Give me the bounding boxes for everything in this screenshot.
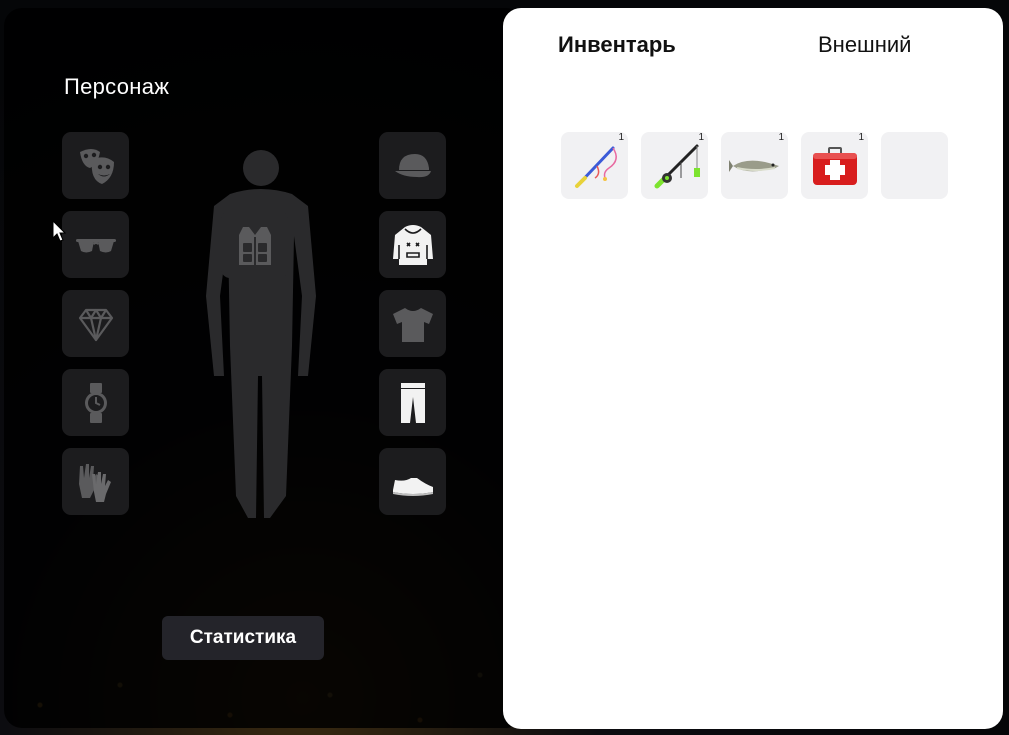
inventory-item-fish[interactable]: 1 <box>721 132 788 199</box>
glasses-icon <box>75 238 116 252</box>
hoodie-icon <box>392 224 433 265</box>
character-panel: Персонаж Статистика <box>4 8 524 728</box>
first-aid-kit-icon <box>812 146 857 185</box>
slot-vest[interactable] <box>221 211 288 278</box>
slot-shoes[interactable] <box>379 448 446 515</box>
slot-mask[interactable] <box>62 132 129 199</box>
slot-hat[interactable] <box>379 132 446 199</box>
watch-icon <box>84 382 107 423</box>
diamond-icon <box>78 308 113 341</box>
cap-icon <box>394 153 431 177</box>
character-title: Персонаж <box>64 74 170 99</box>
slot-pants[interactable] <box>379 369 446 436</box>
inventory-item-first-aid-kit[interactable]: 1 <box>801 132 868 199</box>
item-quantity: 1 <box>618 132 624 143</box>
slot-gloves[interactable] <box>62 448 129 515</box>
inventory-item-fishing-rod-green[interactable]: 1 <box>641 132 708 199</box>
slot-watch[interactable] <box>62 369 129 436</box>
tshirt-icon <box>392 307 433 342</box>
tab-inventory[interactable]: Инвентарь <box>558 32 676 58</box>
sneaker-icon <box>392 477 433 496</box>
pants-icon <box>400 382 425 423</box>
slot-tshirt[interactable] <box>379 290 446 357</box>
item-quantity: 1 <box>778 132 784 143</box>
character-silhouette <box>206 150 316 518</box>
slot-hoodie[interactable] <box>379 211 446 278</box>
inventory-item-fishing-rod-pink[interactable]: 1 <box>561 132 628 199</box>
tab-external[interactable]: Внешний <box>818 32 911 58</box>
fishing-rod-green-icon <box>654 144 700 188</box>
mask-icon <box>79 148 114 184</box>
statistics-button[interactable]: Статистика <box>162 616 324 660</box>
mouse-cursor-icon <box>52 220 66 242</box>
slot-glasses[interactable] <box>62 211 129 278</box>
item-quantity: 1 <box>698 132 704 143</box>
item-quantity: 1 <box>858 132 864 143</box>
slot-jewelry[interactable] <box>62 290 129 357</box>
inventory-empty-slot[interactable] <box>881 132 948 199</box>
vest-icon <box>238 226 271 265</box>
fish-icon <box>728 159 779 172</box>
inventory-panel: Инвентарь Внешний 1 1 1 1 <box>503 8 1003 729</box>
gloves-icon <box>78 463 111 502</box>
fishing-rod-pink-icon <box>574 146 617 188</box>
